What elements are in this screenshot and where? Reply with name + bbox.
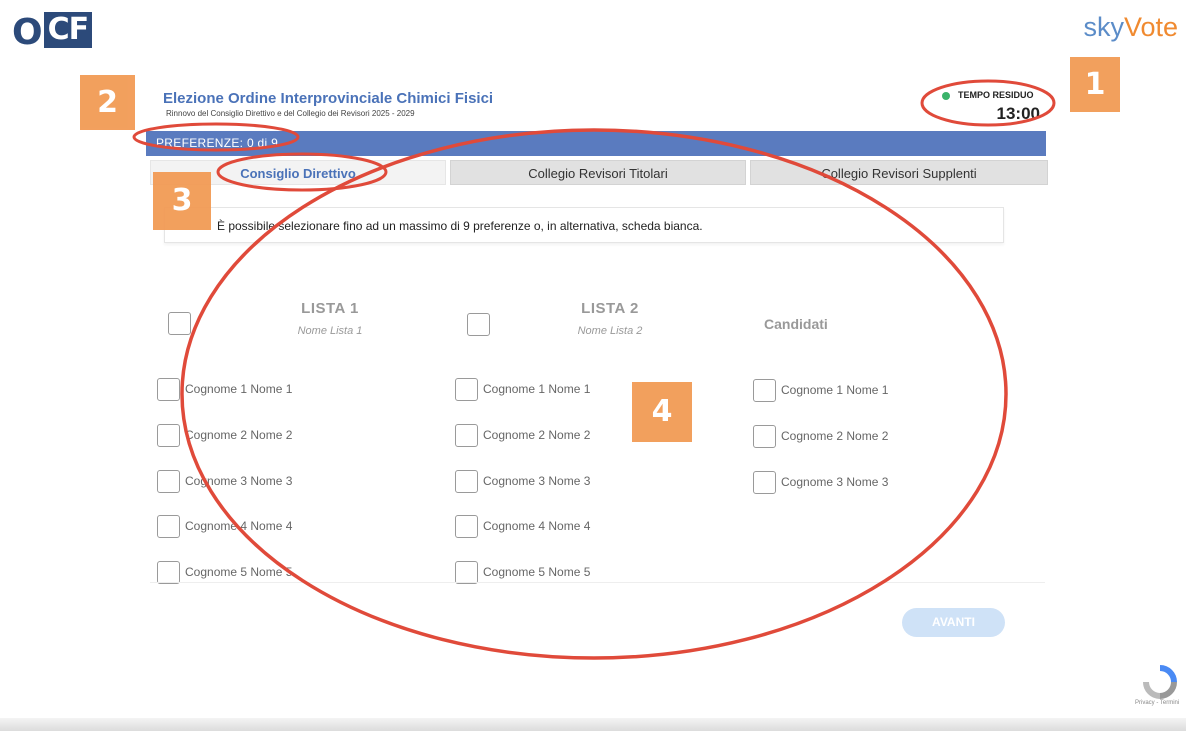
candidate-name: Cognome 4 Nome 4 — [483, 519, 591, 533]
timer-label: TEMPO RESIDUO — [958, 90, 1034, 100]
candidate-checkbox[interactable] — [753, 425, 776, 448]
list-1-header: LISTA 1 Nome Lista 1 — [240, 300, 420, 337]
annotation-badge-2: 2 — [80, 75, 135, 130]
skyvote-logo: skyVote — [1083, 12, 1178, 43]
recaptcha-icon — [1143, 665, 1177, 699]
bottom-band — [0, 718, 1186, 731]
preferences-count: PREFERENZE: 0 di 9 — [156, 136, 279, 150]
list-2-name: Nome Lista 2 — [577, 325, 643, 337]
candidate-name: Cognome 5 Nome 5 — [185, 565, 293, 579]
candidate-checkbox[interactable] — [753, 379, 776, 402]
candidate-checkbox[interactable] — [455, 378, 478, 401]
list-2-checkbox[interactable] — [467, 313, 490, 336]
annotation-badge-1: 1 — [1070, 57, 1120, 112]
candidate-checkbox[interactable] — [455, 561, 478, 584]
candidate-checkbox[interactable] — [455, 515, 478, 538]
independent-candidates-title: Candidati — [764, 316, 828, 332]
list-1-title: LISTA 1 — [301, 300, 359, 317]
candidate-name: Cognome 1 Nome 1 — [483, 382, 591, 396]
candidate-name: Cognome 1 Nome 1 — [781, 383, 889, 397]
candidate-name: Cognome 4 Nome 4 — [185, 519, 293, 533]
candidate-checkbox[interactable] — [753, 471, 776, 494]
recaptcha-links[interactable]: Privacy - Termini — [1135, 700, 1179, 706]
list-2-header: LISTA 2 Nome Lista 2 — [520, 300, 700, 337]
info-text: È possibile selezionare fino ad un massi… — [217, 219, 703, 233]
content-divider — [150, 582, 1045, 583]
candidate-name: Cognome 2 Nome 2 — [781, 429, 889, 443]
next-button[interactable]: AVANTI — [902, 608, 1005, 637]
candidate-checkbox[interactable] — [157, 561, 180, 584]
ocf-logo-cf: CF — [43, 12, 93, 48]
info-box: È possibile selezionare fino ad un massi… — [164, 207, 1004, 243]
candidate-checkbox[interactable] — [157, 515, 180, 538]
preferences-bar: PREFERENZE: 0 di 9 — [146, 131, 1046, 156]
candidate-name: Cognome 3 Nome 3 — [781, 475, 889, 489]
election-title: Elezione Ordine Interprovinciale Chimici… — [163, 90, 494, 107]
candidate-checkbox[interactable] — [157, 424, 180, 447]
skyvote-logo-sky: sky — [1083, 12, 1124, 42]
candidate-name: Cognome 2 Nome 2 — [185, 428, 293, 442]
candidate-name: Cognome 1 Nome 1 — [185, 382, 293, 396]
election-subtitle: Rinnovo del Consiglio Direttivo e del Co… — [166, 109, 415, 118]
tab-collegio-revisori-titolari[interactable]: Collegio Revisori Titolari — [450, 160, 746, 185]
candidate-name: Cognome 3 Nome 3 — [483, 474, 591, 488]
ocf-logo: O CF — [12, 12, 93, 53]
candidate-name: Cognome 2 Nome 2 — [483, 428, 591, 442]
list-1-checkbox[interactable] — [168, 312, 191, 335]
skyvote-logo-vote: Vote — [1123, 12, 1178, 42]
candidate-checkbox[interactable] — [157, 470, 180, 493]
tab-collegio-revisori-supplenti[interactable]: Collegio Revisori Supplenti — [750, 160, 1048, 185]
timer-value: 13:00 — [996, 104, 1040, 123]
candidate-checkbox[interactable] — [157, 378, 180, 401]
ballot-tabs: Consiglio Direttivo Collegio Revisori Ti… — [150, 160, 1048, 185]
candidate-name: Cognome 3 Nome 3 — [185, 474, 293, 488]
ocf-logo-o: O — [12, 12, 43, 53]
list-2-title: LISTA 2 — [581, 300, 639, 317]
list-1-name: Nome Lista 1 — [297, 325, 363, 337]
timer-status-icon — [942, 92, 950, 100]
candidate-checkbox[interactable] — [455, 424, 478, 447]
annotation-badge-4: 4 — [632, 382, 692, 442]
candidate-name: Cognome 5 Nome 5 — [483, 565, 591, 579]
remaining-time: TEMPO RESIDUO 13:00 — [928, 86, 1054, 126]
annotation-badge-3: 3 — [153, 172, 211, 230]
candidate-checkbox[interactable] — [455, 470, 478, 493]
